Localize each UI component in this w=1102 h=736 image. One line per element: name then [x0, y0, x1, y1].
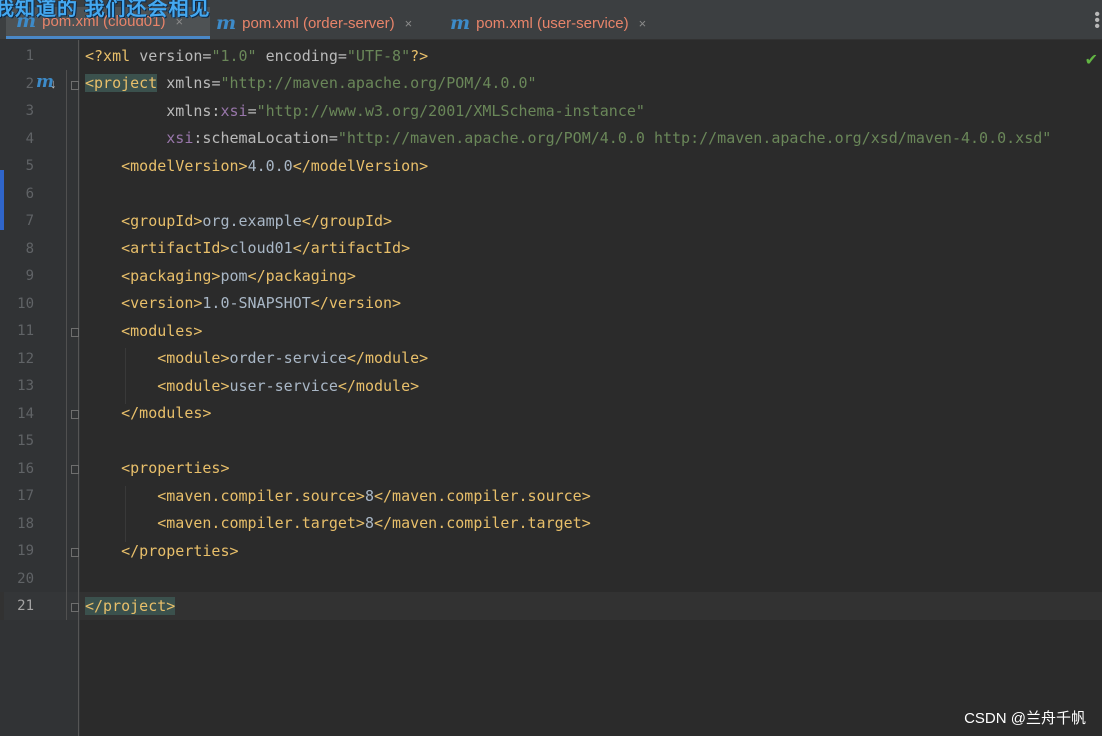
fold-marker[interactable]	[71, 548, 79, 557]
line-number[interactable]: 20	[4, 571, 34, 587]
line-number[interactable]: 5	[4, 158, 34, 174]
line-number[interactable]: 17	[4, 488, 34, 504]
line-number[interactable]: 6	[4, 186, 34, 202]
csdn-watermark: CSDN @兰舟千帆	[964, 710, 1086, 727]
line-number[interactable]: 15	[4, 433, 34, 449]
code-line-17: <maven.compiler.source>8</maven.compiler…	[157, 487, 591, 505]
code-line-13: <module>user-service</module>	[157, 377, 420, 395]
code-line-1: <?xml version="1.0" encoding="UTF-8"?>	[85, 47, 429, 65]
code-line-7: <groupId>org.example</groupId>	[121, 212, 393, 230]
line-number[interactable]: 8	[4, 241, 34, 257]
line-number[interactable]: 13	[4, 378, 34, 394]
fold-marker[interactable]	[71, 465, 79, 474]
tab-pom-order-server[interactable]: m pom.xml (order-server) ×	[216, 7, 412, 39]
tab-pom-user-service[interactable]: m pom.xml (user-service) ×	[450, 7, 646, 39]
gutter-separator	[78, 40, 79, 736]
arrow-down-icon[interactable]: ↓	[50, 76, 57, 91]
line-number[interactable]: 10	[4, 296, 34, 312]
line-number[interactable]: 9	[4, 268, 34, 284]
more-tabs-icon[interactable]: • • •	[1094, 7, 1100, 35]
line-number[interactable]: 18	[4, 516, 34, 532]
line-number[interactable]: 7	[4, 213, 34, 229]
fold-marker[interactable]	[71, 603, 79, 612]
tab-label: pom.xml (user-service)	[476, 14, 629, 32]
code-line-2: <project xmlns="http://maven.apache.org/…	[85, 74, 537, 92]
code-line-9: <packaging>pom</packaging>	[121, 267, 356, 285]
code-line-4: xsi:schemaLocation="http://maven.apache.…	[166, 129, 1052, 147]
video-subtitle-overlay: 我知道的 我们还会相见	[0, 0, 211, 20]
code-line-8: <artifactId>cloud01</artifactId>	[121, 239, 411, 257]
line-number[interactable]: 14	[4, 406, 34, 422]
line-number[interactable]: 2	[4, 76, 34, 92]
close-icon[interactable]: ×	[405, 16, 413, 31]
maven-icon: m	[216, 11, 237, 34]
line-number[interactable]: 16	[4, 461, 34, 477]
fold-guide	[66, 70, 67, 620]
check-icon: ✔	[1084, 52, 1098, 69]
line-number[interactable]: 1	[4, 48, 34, 64]
line-number[interactable]: 3	[4, 103, 34, 119]
maven-icon: m	[450, 11, 471, 34]
line-number[interactable]: 19	[4, 543, 34, 559]
code-line-5: <modelVersion>4.0.0</modelVersion>	[121, 157, 429, 175]
line-number[interactable]: 4	[4, 131, 34, 147]
code-line-12: <module>order-service</module>	[157, 349, 429, 367]
code-line-21: </project>	[85, 597, 176, 615]
code-line-18: <maven.compiler.target>8</maven.compiler…	[157, 514, 591, 532]
code-line-10: <version>1.0-SNAPSHOT</version>	[121, 294, 402, 312]
fold-marker[interactable]	[71, 328, 79, 337]
code-line-16: <properties>	[121, 459, 230, 477]
fold-marker[interactable]	[71, 410, 79, 419]
close-icon[interactable]: ×	[639, 16, 647, 31]
tab-label: pom.xml (order-server)	[242, 14, 395, 32]
line-number[interactable]: 11	[4, 323, 34, 339]
code-line-11: <modules>	[121, 322, 203, 340]
line-number[interactable]: 12	[4, 351, 34, 367]
fold-marker[interactable]	[71, 81, 79, 90]
code-line-19: </properties>	[121, 542, 239, 560]
code-line-3: xmlns:xsi="http://www.w3.org/2001/XMLSch…	[166, 102, 645, 120]
line-number[interactable]: 21	[4, 598, 34, 614]
code-line-14: </modules>	[121, 404, 212, 422]
